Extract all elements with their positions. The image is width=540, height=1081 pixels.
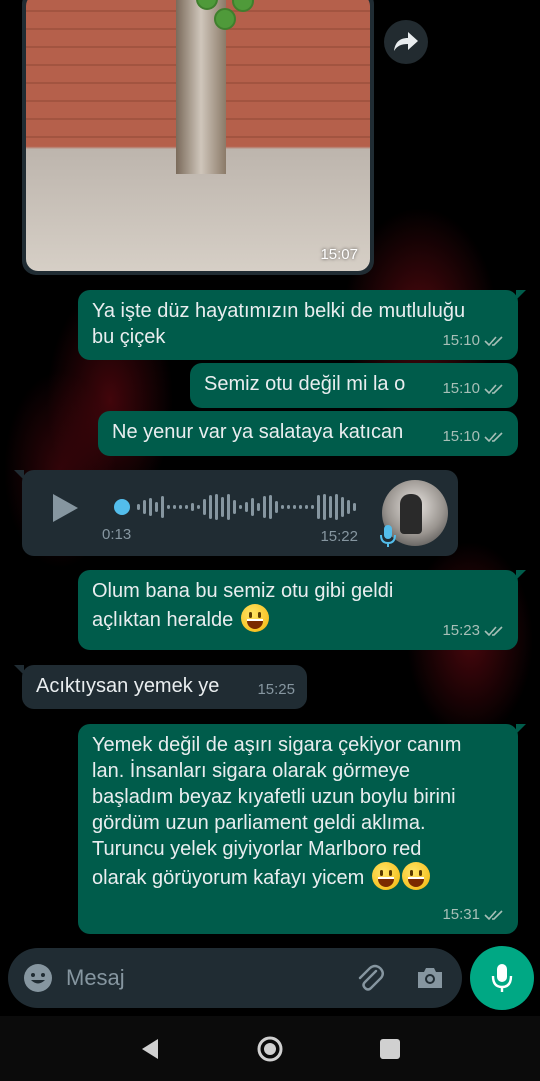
wave-bar: [251, 498, 254, 516]
back-nav-button[interactable]: [130, 1029, 170, 1069]
message-time: 15:10: [442, 332, 480, 349]
wave-bar: [137, 504, 140, 510]
camera-icon[interactable]: [414, 962, 446, 994]
message-text: Acıktıysan yemek ye: [36, 675, 220, 697]
mic-icon: [491, 964, 513, 992]
grinning-emoji: [371, 862, 400, 890]
wave-bar: [287, 505, 290, 509]
voice-duration: 0:13: [102, 526, 132, 543]
wave-bar: [323, 494, 326, 520]
double-check-icon: [484, 336, 503, 347]
double-check-icon: [484, 910, 503, 921]
wave-bar: [257, 503, 260, 511]
wave-bar: [329, 496, 332, 518]
wave-bar: [311, 505, 314, 509]
voice-seek-dot[interactable]: [114, 499, 130, 515]
wave-bar: [215, 494, 218, 520]
message-time: 15:10: [442, 428, 480, 445]
photo-leaf: [214, 8, 236, 30]
wave-bar: [347, 500, 350, 514]
message-bubble[interactable]: Ya işte düz hayatımızın belki de mutlulu…: [78, 290, 526, 360]
wave-bar: [197, 505, 200, 509]
wave-bar: [221, 497, 224, 517]
home-nav-button[interactable]: [250, 1029, 290, 1069]
wave-bar: [281, 505, 284, 509]
recents-nav-button[interactable]: [370, 1029, 410, 1069]
voice-message[interactable]: 0:13 15:22: [14, 470, 458, 556]
grinning-emoji: [401, 862, 430, 890]
wave-bar: [149, 498, 152, 516]
message-bubble[interactable]: Acıktıysan yemek ye 15:25: [14, 665, 307, 709]
double-check-icon: [484, 432, 503, 443]
message-meta: 15:22: [320, 524, 358, 550]
wave-bar: [155, 502, 158, 512]
wave-bar: [179, 505, 182, 509]
wave-bar: [173, 505, 176, 509]
photo-leaf: [232, 0, 254, 12]
wave-bar: [299, 505, 302, 509]
mic-icon: [380, 525, 396, 547]
wave-bar: [185, 505, 188, 509]
message-text: Ne yenur var ya salataya katıcan: [112, 421, 404, 443]
message-meta: 15:10: [442, 328, 506, 354]
voice-waveform[interactable]: [114, 492, 376, 522]
wave-bar: [161, 496, 164, 518]
system-nav-bar: [0, 1016, 540, 1081]
message-bubble[interactable]: Ne yenur var ya salataya katıcan 15:10: [98, 411, 518, 456]
forward-button[interactable]: [384, 20, 428, 64]
message-text: Olum bana bu semiz otu gibi geldi açlıkt…: [92, 578, 393, 633]
wave-bar: [203, 499, 206, 515]
wave-bar: [263, 496, 266, 518]
double-check-icon: [484, 626, 503, 637]
wave-bar: [335, 494, 338, 520]
wave-bar: [353, 503, 356, 511]
message-input[interactable]: [66, 958, 336, 998]
message-meta: 15:10: [442, 376, 506, 402]
message-bubble[interactable]: Semiz otu değil mi la o 15:10: [190, 363, 518, 408]
image-timestamp: 15:07: [320, 246, 358, 263]
message-time: 15:31: [442, 906, 480, 923]
image-message[interactable]: 15:07: [22, 0, 374, 275]
emoji-icon[interactable]: [22, 962, 54, 994]
back-nav-icon: [142, 1038, 158, 1059]
recents-nav-icon: [380, 1038, 400, 1059]
message-text: Ya işte düz hayatımızın belki de mutlulu…: [92, 300, 466, 348]
wave-bar: [227, 494, 230, 520]
message-meta: 15:23: [442, 618, 506, 644]
wave-bar: [233, 500, 236, 514]
play-icon[interactable]: [50, 492, 80, 524]
wave-bar: [341, 497, 344, 517]
wave-bar: [305, 505, 308, 509]
grinning-emoji: [240, 604, 269, 632]
message-meta: 15:31: [442, 902, 506, 928]
wave-bar: [317, 495, 320, 519]
message-input-bar: [8, 948, 462, 1008]
wave-bar: [245, 502, 248, 512]
forward-icon: [394, 32, 418, 51]
message-time: 15:23: [442, 622, 480, 639]
message-meta: 15:10: [442, 424, 506, 450]
voice-record-button[interactable]: [470, 946, 534, 1010]
message-meta: 15:25: [257, 677, 295, 703]
wave-bar: [293, 505, 296, 509]
wave-bar: [191, 503, 194, 511]
wave-bar: [143, 500, 146, 514]
message-text: Yemek değil de aşırı sigara çekiyor canı…: [92, 732, 461, 891]
message-time: 15:22: [320, 528, 358, 545]
wave-bar: [275, 501, 278, 513]
message-time: 15:10: [442, 380, 480, 397]
wave-bar: [269, 495, 272, 519]
wave-bar: [239, 505, 242, 509]
double-check-icon: [484, 384, 503, 395]
photo-thumbnail[interactable]: 15:07: [26, 0, 370, 271]
home-nav-icon: [257, 1036, 283, 1061]
message-text: Semiz otu değil mi la o: [204, 373, 406, 395]
message-bubble[interactable]: Olum bana bu semiz otu gibi geldi açlıkt…: [78, 570, 526, 650]
message-time: 15:25: [257, 681, 295, 698]
attach-icon[interactable]: [354, 962, 386, 994]
wave-bar: [167, 505, 170, 509]
wave-bar: [209, 495, 212, 519]
message-bubble[interactable]: Yemek değil de aşırı sigara çekiyor canı…: [78, 724, 526, 934]
